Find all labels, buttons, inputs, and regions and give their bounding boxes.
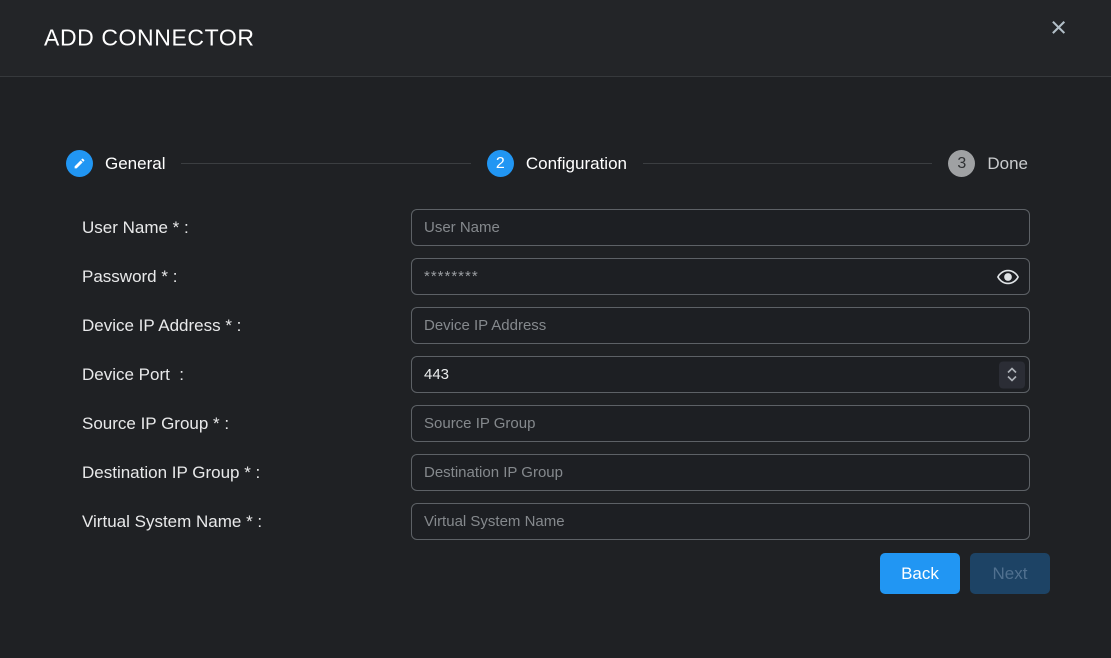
form-row-source-ip-group: Source IP Group * : [82, 405, 1030, 442]
device-port-input-wrap [411, 356, 1030, 393]
source-ip-group-label: Source IP Group * : [82, 414, 411, 434]
step-connector [643, 163, 932, 164]
step-general-label: General [105, 154, 165, 174]
form-row-password: Password * : [82, 258, 1030, 295]
virtual-system-name-label: Virtual System Name * : [82, 512, 411, 532]
step-general-indicator [66, 150, 93, 177]
virtual-system-name-input[interactable] [411, 503, 1030, 540]
next-button[interactable]: Next [970, 553, 1050, 594]
close-icon[interactable]: × [1050, 14, 1067, 43]
pencil-icon [73, 157, 86, 170]
step-connector [181, 163, 470, 164]
eye-icon[interactable] [997, 268, 1019, 286]
password-label: Password * : [82, 267, 411, 287]
device-ip-input[interactable] [411, 307, 1030, 344]
username-input[interactable] [411, 209, 1030, 246]
virtual-system-name-input-wrap [411, 503, 1030, 540]
password-input-wrap [411, 258, 1030, 295]
step-configuration[interactable]: 2 Configuration [487, 150, 627, 177]
username-label: User Name * : [82, 218, 411, 238]
source-ip-group-input-wrap [411, 405, 1030, 442]
chevron-down-icon [1007, 376, 1017, 382]
step-general[interactable]: General [66, 150, 165, 177]
form-row-virtual-system-name: Virtual System Name * : [82, 503, 1030, 540]
configuration-form: User Name * : Password * : Device IP Add… [82, 209, 1030, 552]
footer-actions: Back Next [880, 553, 1050, 594]
destination-ip-group-input[interactable] [411, 454, 1030, 491]
back-button[interactable]: Back [880, 553, 960, 594]
form-row-username: User Name * : [82, 209, 1030, 246]
wizard-stepper: General 2 Configuration 3 Done [66, 150, 1028, 177]
step-done-label: Done [987, 154, 1028, 174]
number-stepper[interactable] [999, 361, 1025, 388]
form-row-destination-ip-group: Destination IP Group * : [82, 454, 1030, 491]
password-input[interactable] [411, 258, 1030, 295]
username-input-wrap [411, 209, 1030, 246]
step-done[interactable]: 3 Done [948, 150, 1028, 177]
form-row-device-port: Device Port : [82, 356, 1030, 393]
device-ip-input-wrap [411, 307, 1030, 344]
add-connector-dialog: { "dialog": { "title": "ADD CONNECTOR", … [0, 0, 1111, 658]
step-configuration-indicator: 2 [487, 150, 514, 177]
step-configuration-label: Configuration [526, 154, 627, 174]
device-port-label: Device Port : [82, 365, 411, 385]
source-ip-group-input[interactable] [411, 405, 1030, 442]
device-port-input[interactable] [411, 356, 1030, 393]
dialog-header: ADD CONNECTOR × [0, 0, 1111, 77]
chevron-up-icon [1007, 368, 1017, 374]
destination-ip-group-label: Destination IP Group * : [82, 463, 411, 483]
dialog-title: ADD CONNECTOR [44, 25, 255, 52]
destination-ip-group-input-wrap [411, 454, 1030, 491]
device-ip-label: Device IP Address * : [82, 316, 411, 336]
form-row-device-ip: Device IP Address * : [82, 307, 1030, 344]
step-done-indicator: 3 [948, 150, 975, 177]
